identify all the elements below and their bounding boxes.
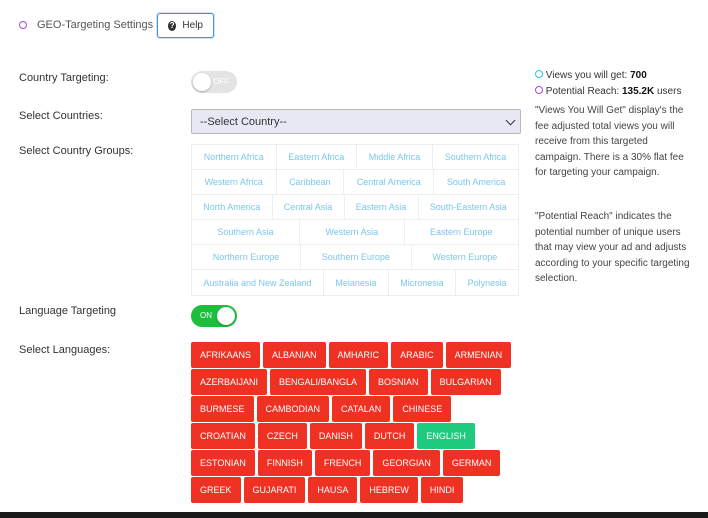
group-south-america[interactable]: South America <box>434 170 518 194</box>
language-row: AFRIKAANS ALBANIAN AMHARIC ARABIC ARMENI… <box>191 342 514 368</box>
reach-value: 135.2K <box>621 86 655 97</box>
language-row: BURMESE CAMBODIAN CATALAN CHINESE <box>191 396 514 422</box>
country-targeting-toggle[interactable]: OFF <box>191 71 237 93</box>
group-australia-new-zealand[interactable]: Australia and New Zealand <box>192 270 324 295</box>
language-gujarati[interactable]: GUJARATI <box>243 477 306 503</box>
circle-outline-icon <box>19 21 27 29</box>
language-catalan[interactable]: CATALAN <box>332 396 391 422</box>
reach-unit: users <box>656 86 682 97</box>
question-circle-icon: ? <box>168 20 177 31</box>
country-select[interactable]: --Select Country-- <box>191 109 521 134</box>
language-english[interactable]: ENGLISH <box>417 423 475 449</box>
select-languages-label: Select Languages: <box>19 344 111 356</box>
language-cambodian[interactable]: CAMBODIAN <box>256 396 330 422</box>
toggle-state-text: OFF <box>213 77 229 86</box>
group-northern-africa[interactable]: Northern Africa <box>192 145 277 169</box>
language-bulgarian[interactable]: BULGARIAN <box>430 369 501 395</box>
group-caribbean[interactable]: Caribbean <box>277 170 345 194</box>
reach-label: Potential Reach: <box>545 86 620 97</box>
language-bengali-bangla[interactable]: BENGALI/BANGLA <box>270 369 367 395</box>
language-croatian[interactable]: CROATIAN <box>191 423 255 449</box>
language-french[interactable]: FRENCH <box>314 450 371 476</box>
group-polynesia[interactable]: Polynesia <box>456 270 518 295</box>
reach-stat: Potential Reach: 135.2K users <box>535 86 681 97</box>
circle-outline-icon <box>535 70 543 78</box>
language-row: AZERBAIJANI BENGALI/BANGLA BOSNIAN BULGA… <box>191 369 514 395</box>
language-hausa[interactable]: HAUSA <box>308 477 358 503</box>
toggle-state-text: ON <box>200 311 212 320</box>
circle-outline-icon <box>535 86 543 94</box>
language-burmese[interactable]: BURMESE <box>191 396 254 422</box>
group-row: Northern Africa Eastern Africa Middle Af… <box>192 145 518 170</box>
language-bosnian[interactable]: BOSNIAN <box>369 369 428 395</box>
views-stat: Views you will get: 700 <box>535 70 647 81</box>
language-row: GREEK GUJARATI HAUSA HEBREW HINDI <box>191 477 514 503</box>
language-hebrew[interactable]: HEBREW <box>360 477 418 503</box>
group-southern-africa[interactable]: Southern Africa <box>433 145 518 169</box>
group-melanesia[interactable]: Melanesia <box>324 270 389 295</box>
group-western-europe[interactable]: Western Europe <box>412 245 518 269</box>
select-countries-label: Select Countries: <box>19 110 103 122</box>
help-button[interactable]: ? Help <box>157 13 214 38</box>
language-arabic[interactable]: ARABIC <box>391 342 443 368</box>
language-finnish[interactable]: FINNISH <box>257 450 312 476</box>
group-eastern-europe[interactable]: Eastern Europe <box>405 220 518 244</box>
group-middle-africa[interactable]: Middle Africa <box>357 145 433 169</box>
language-georgian[interactable]: GEORGIAN <box>373 450 440 476</box>
group-north-america[interactable]: North America <box>192 195 273 219</box>
country-targeting-label: Country Targeting: <box>19 72 109 84</box>
help-label: Help <box>182 20 203 31</box>
group-row: Southern Asia Western Asia Eastern Europ… <box>192 220 518 245</box>
page-title: GEO-Targeting Settings <box>37 19 154 31</box>
group-eastern-africa[interactable]: Eastern Africa <box>277 145 357 169</box>
country-select-value: --Select Country-- <box>200 115 287 128</box>
toggle-knob <box>217 307 235 325</box>
group-row: North America Central Asia Eastern Asia … <box>192 195 518 220</box>
language-greek[interactable]: GREEK <box>191 477 241 503</box>
language-dutch[interactable]: DUTCH <box>364 423 415 449</box>
views-value: 700 <box>630 70 647 81</box>
select-country-groups-label: Select Country Groups: <box>19 145 134 157</box>
language-czech[interactable]: CZECH <box>257 423 307 449</box>
group-southern-europe[interactable]: Southern Europe <box>301 245 412 269</box>
language-hindi[interactable]: HINDI <box>420 477 464 503</box>
group-south-eastern-asia[interactable]: South-Eastern Asia <box>419 195 519 219</box>
views-description: "Views You Will Get" display's the fee a… <box>535 105 684 178</box>
language-targeting-toggle[interactable]: ON <box>191 305 237 327</box>
group-row: Western Africa Caribbean Central America… <box>192 170 518 195</box>
group-southern-asia[interactable]: Southern Asia <box>192 220 300 244</box>
chevron-down-icon <box>505 115 516 125</box>
language-amharic[interactable]: AMHARIC <box>328 342 389 368</box>
reach-description: "Potential Reach" indicates the potentia… <box>535 211 690 284</box>
language-albanian[interactable]: ALBANIAN <box>263 342 326 368</box>
language-armenian[interactable]: ARMENIAN <box>445 342 512 368</box>
language-row: ESTONIAN FINNISH FRENCH GEORGIAN GERMAN <box>191 450 514 476</box>
group-northern-europe[interactable]: Northern Europe <box>192 245 302 269</box>
group-eastern-asia[interactable]: Eastern Asia <box>345 195 419 219</box>
group-row: Northern Europe Southern Europe Western … <box>192 245 518 270</box>
group-micronesia[interactable]: Micronesia <box>389 270 457 295</box>
group-central-america[interactable]: Central America <box>344 170 435 194</box>
group-western-africa[interactable]: Western Africa <box>192 170 277 194</box>
group-central-asia[interactable]: Central Asia <box>273 195 345 219</box>
window-bottom-edge <box>0 512 708 518</box>
views-label: Views you will get: <box>545 70 628 81</box>
language-estonian[interactable]: ESTONIAN <box>191 450 255 476</box>
group-western-asia[interactable]: Western Asia <box>300 220 405 244</box>
country-groups-grid: Northern Africa Eastern Africa Middle Af… <box>191 144 519 296</box>
language-german[interactable]: GERMAN <box>442 450 501 476</box>
languages-list: AFRIKAANS ALBANIAN AMHARIC ARABIC ARMENI… <box>191 342 514 503</box>
language-afrikaans[interactable]: AFRIKAANS <box>191 342 261 368</box>
language-targeting-label: Language Targeting <box>19 305 117 317</box>
language-danish[interactable]: DANISH <box>309 423 362 449</box>
toggle-knob <box>193 73 211 91</box>
language-azerbaijani[interactable]: AZERBAIJANI <box>191 369 268 395</box>
language-chinese[interactable]: CHINESE <box>393 396 452 422</box>
group-row: Australia and New Zealand Melanesia Micr… <box>192 270 518 295</box>
language-row: CROATIAN CZECH DANISH DUTCH ENGLISH <box>191 423 514 449</box>
